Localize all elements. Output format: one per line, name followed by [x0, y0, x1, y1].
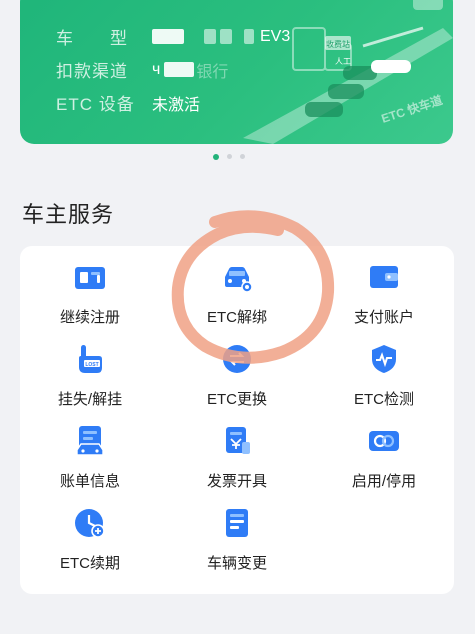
service-etc-unbind[interactable]: ETC解绑 — [167, 246, 307, 328]
swap-icon — [223, 345, 251, 373]
carousel-indicator[interactable] — [213, 153, 245, 160]
service-label: 发票开具 — [206, 473, 267, 490]
service-invoice[interactable]: 发票开具 — [167, 410, 307, 492]
service-payment-account[interactable]: 支付账户 — [314, 246, 454, 328]
etc-device-status: 未激活 — [152, 96, 201, 114]
wallet-icon — [370, 266, 398, 288]
service-label: ETC续期 — [59, 555, 120, 572]
shield-pulse-icon — [372, 345, 396, 373]
service-bill-info[interactable]: 账单信息 — [20, 410, 160, 492]
service-etc-renew[interactable]: ETC续期 — [20, 492, 160, 574]
car-unbind-icon — [225, 267, 253, 293]
svg-text:LOST: LOST — [85, 362, 98, 368]
vehicle-info-card[interactable]: 车 型 EV3 扣款渠道 ч 银行 ETC 设备 未激活 收费站 人工 ETC … — [20, 0, 453, 144]
manual-lane-sign: 人工 — [335, 57, 351, 66]
register-card-icon — [75, 267, 105, 289]
carousel-dot[interactable] — [240, 154, 245, 159]
payment-channel-row: 扣款渠道 ч 银行 — [56, 57, 228, 82]
service-label: 继续注册 — [59, 309, 120, 326]
etc-lane-label: ETC 快车道 — [379, 92, 444, 126]
section-title: 车主服务 — [22, 202, 115, 227]
service-report-loss[interactable]: LOST 挂失/解挂 — [20, 328, 160, 410]
etc-device-label: ETC 设备 — [56, 95, 135, 114]
redacted-block — [164, 62, 195, 77]
channel-prefix: ч — [152, 60, 161, 78]
service-label: ETC解绑 — [206, 309, 267, 326]
bill-car-icon — [76, 426, 104, 456]
hand-lost-icon: LOST — [79, 345, 102, 373]
service-label: 账单信息 — [59, 473, 120, 490]
toll-lane-illustration: 收费站 人工 ETC 快车道 — [243, 0, 453, 144]
service-label: ETC更换 — [206, 391, 267, 408]
service-etc-check[interactable]: ETC检测 — [314, 328, 454, 410]
renew-clock-icon — [75, 509, 105, 538]
payment-channel-label: 扣款渠道 — [56, 62, 128, 81]
service-label: 启用/停用 — [351, 473, 417, 490]
vehicle-doc-icon — [226, 509, 248, 537]
invoice-icon — [226, 427, 250, 454]
service-label: 车辆变更 — [206, 555, 267, 572]
service-etc-replace[interactable]: ETC更换 — [167, 328, 307, 410]
vehicle-type-label: 车 型 — [56, 29, 128, 48]
owner-services-grid: 继续注册 ETC解绑 支付账户 LOST 挂失/解挂 ETC更换 ETC检测 账… — [20, 246, 454, 594]
service-label: 支付账户 — [353, 309, 414, 326]
service-continue-register[interactable]: 继续注册 — [20, 246, 160, 328]
redacted-block — [152, 29, 184, 44]
service-label: 挂失/解挂 — [57, 391, 123, 408]
carousel-dot[interactable] — [227, 154, 232, 159]
service-label: ETC检测 — [353, 391, 414, 408]
etc-device-row: ETC 设备 未激活 — [56, 90, 200, 115]
carousel-dot[interactable] — [213, 153, 219, 160]
toll-station-sign: 收费站 — [326, 39, 350, 49]
service-enable-disable[interactable]: 启用/停用 — [314, 410, 454, 492]
toggle-link-icon — [369, 431, 399, 451]
service-vehicle-change[interactable]: 车辆变更 — [167, 492, 307, 574]
